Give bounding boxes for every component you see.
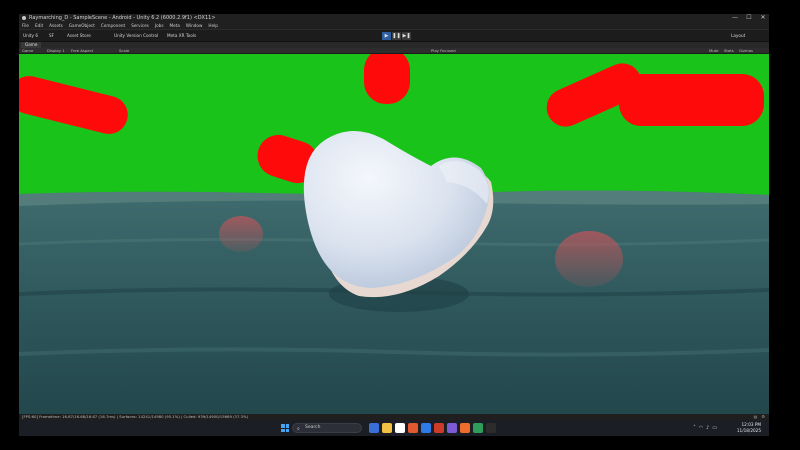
play-button[interactable]: ▶ xyxy=(382,32,391,40)
taskbar-app-icon[interactable] xyxy=(408,423,418,433)
red-blob-right-b xyxy=(619,74,764,126)
volume-icon[interactable]: ♪ xyxy=(706,424,709,432)
menu-assets[interactable]: Assets xyxy=(49,22,63,29)
menu-bar: File Edit Assets GameObject Component Se… xyxy=(19,22,769,29)
chevron-up-icon[interactable]: ˄ xyxy=(693,424,696,432)
tray-icons: ˄ ◠ ♪ ▭ xyxy=(693,424,717,432)
layout-dropdown[interactable]: Layout xyxy=(731,33,745,39)
wifi-icon[interactable]: ◠ xyxy=(699,424,703,432)
account-button[interactable]: Unity 6 xyxy=(23,33,38,39)
search-label: Search xyxy=(305,425,321,430)
taskbar-app-icon[interactable] xyxy=(460,423,470,433)
menu-window[interactable]: Window xyxy=(186,22,203,29)
search-icon: ⌕ xyxy=(297,426,300,432)
pause-button[interactable]: ❚❚ xyxy=(392,32,401,40)
battery-icon[interactable]: ▭ xyxy=(712,424,717,432)
play-controls: ▶ ❚❚ ▶❚ xyxy=(382,32,411,40)
asset-store-button[interactable]: Asset Store xyxy=(67,33,91,39)
main-toolbar: Unity 6 SF Asset Store Unity Version Con… xyxy=(19,29,769,42)
taskbar-search[interactable]: ⌕ Search xyxy=(292,423,362,433)
taskbar-app-icon[interactable] xyxy=(486,423,496,433)
unity-logo-icon xyxy=(22,16,26,20)
game-render xyxy=(19,54,769,414)
taskbar-clock[interactable]: 12:03 PM 11/18/2025 xyxy=(737,422,761,433)
clock-date: 11/18/2025 xyxy=(736,427,761,433)
menu-meta[interactable]: Meta xyxy=(170,22,180,29)
menu-help[interactable]: Help xyxy=(208,22,218,29)
menu-edit[interactable]: Edit xyxy=(35,22,43,29)
window-title: Raymarching_D - SampleScene - Android - … xyxy=(29,15,216,21)
menu-gameobject[interactable]: GameObject xyxy=(69,22,95,29)
minimize-button[interactable]: — xyxy=(731,14,739,22)
menu-file[interactable]: File xyxy=(22,22,29,29)
red-blob-top xyxy=(364,54,410,104)
taskbar-apps xyxy=(369,423,496,433)
window-controls: — ☐ ✕ xyxy=(731,14,767,22)
menu-jobs[interactable]: Jobs xyxy=(155,22,164,29)
title-bar: Raymarching_D - SampleScene - Android - … xyxy=(19,14,769,22)
unity-editor-window: Raymarching_D - SampleScene - Android - … xyxy=(19,14,769,436)
version-control-button[interactable]: Unity Version Control xyxy=(114,33,158,39)
taskbar-app-icon[interactable] xyxy=(434,423,444,433)
close-button[interactable]: ✕ xyxy=(759,14,767,22)
taskbar-app-icon[interactable] xyxy=(473,423,483,433)
taskbar-app-icon[interactable] xyxy=(369,423,379,433)
taskbar-app-icon[interactable] xyxy=(382,423,392,433)
taskbar-app-icon[interactable] xyxy=(421,423,431,433)
maximize-button[interactable]: ☐ xyxy=(745,14,753,22)
menu-services[interactable]: Services xyxy=(131,22,149,29)
clock-time: 12:03 PM xyxy=(741,422,761,427)
windows-start-icon[interactable] xyxy=(281,424,289,432)
step-button[interactable]: ▶❚ xyxy=(402,32,411,40)
meta-xr-tools-button[interactable]: Meta XR Tools xyxy=(167,33,196,39)
user-button[interactable]: SF xyxy=(49,33,54,39)
taskbar-app-icon[interactable] xyxy=(447,423,457,433)
taskbar-app-icon[interactable] xyxy=(395,423,405,433)
game-viewport[interactable] xyxy=(19,54,769,414)
windows-taskbar: ⌕ Search ˄ ◠ ♪ ▭ 12:03 PM 11/18/2025 xyxy=(19,420,769,436)
menu-component[interactable]: Component xyxy=(101,22,125,29)
